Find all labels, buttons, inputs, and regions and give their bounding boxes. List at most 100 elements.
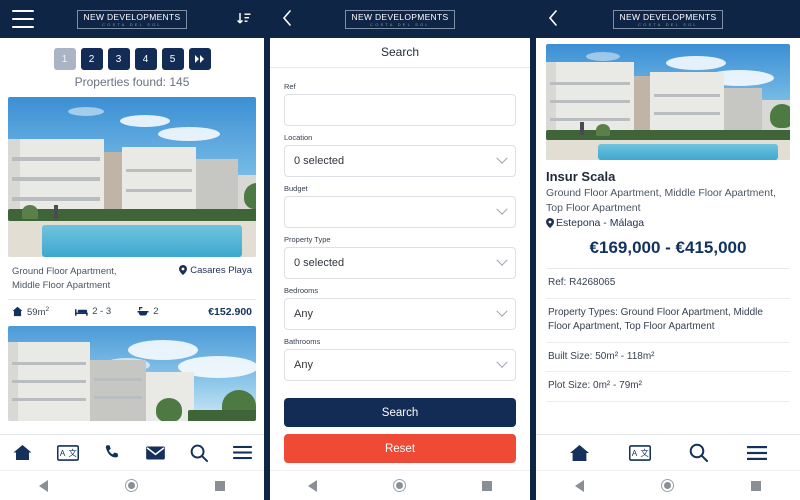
hamburger-icon[interactable] — [12, 10, 34, 28]
translate-icon[interactable]: A文 — [628, 444, 651, 461]
property-location-label: Casares Playa — [190, 265, 252, 276]
property-price: €152.900 — [208, 305, 252, 318]
search-button[interactable]: Search — [284, 398, 516, 427]
detail-screen: NEW DEVELOPMENTS COSTA DEL SOL Insur Sca… — [536, 0, 800, 500]
search-screen: NEW DEVELOPMENTS COSTA DEL SOL Search Re… — [270, 0, 530, 500]
search-icon[interactable] — [689, 443, 709, 462]
built-area-stat: 59m2 — [12, 306, 49, 318]
logo-secondary-text: COSTA DEL SOL — [370, 21, 430, 27]
page-button-4[interactable]: 4 — [134, 48, 157, 70]
bathrooms-select-value: Any — [294, 359, 313, 371]
location-select-value: 0 selected — [294, 155, 345, 167]
detail-row-ref: Ref: R4268065 — [546, 269, 790, 299]
detail-row-property-types: Property Types: Ground Floor Apartment, … — [546, 299, 790, 343]
field-bedrooms: Bedrooms Any — [284, 286, 516, 330]
reset-button[interactable]: Reset — [284, 434, 516, 463]
field-location-label: Location — [284, 133, 313, 142]
logo-primary-text: NEW DEVELOPMENTS — [619, 11, 717, 22]
bedrooms-select-value: Any — [294, 308, 313, 320]
detail-row-plot-size: Plot Size: 0m² - 79m² — [546, 372, 790, 402]
home-icon[interactable] — [13, 444, 32, 461]
detail-location-label: Estepona - Málaga — [556, 217, 645, 230]
listing-app-bar: NEW DEVELOPMENTS COSTA DEL SOL — [0, 0, 264, 38]
property-card-stats: 59m2 2 - 3 2 €152.900 — [8, 300, 256, 326]
page-button-5[interactable]: 5 — [161, 48, 184, 70]
page-button-2[interactable]: 2 — [80, 48, 103, 70]
system-recents-button[interactable] — [482, 480, 492, 491]
search-app-bar: NEW DEVELOPMENTS COSTA DEL SOL — [270, 0, 530, 38]
system-home-button[interactable] — [660, 479, 674, 492]
chevron-down-icon — [496, 152, 508, 164]
field-ref: Ref — [284, 82, 516, 126]
home-icon[interactable] — [569, 444, 590, 462]
bedrooms-select[interactable]: Any — [284, 298, 516, 330]
field-property-type: Property Type 0 selected — [284, 235, 516, 279]
translate-icon[interactable]: A文 — [56, 444, 79, 461]
budget-select[interactable] — [284, 196, 516, 228]
form-actions: Search Reset — [270, 392, 530, 470]
detail-row-built-size: Built Size: 50m² - 118m² — [546, 343, 790, 373]
property-photo-next — [8, 325, 256, 421]
sort-descending-icon[interactable] — [230, 11, 252, 27]
detail-hero-photo — [546, 44, 790, 160]
next-page-button[interactable] — [188, 48, 211, 70]
android-system-bar — [270, 470, 530, 500]
ref-input[interactable] — [284, 94, 516, 126]
detail-types: Ground Floor Apartment, Middle Floor Apa… — [546, 187, 776, 215]
bathrooms-stat: 2 — [137, 306, 159, 318]
svg-text:文: 文 — [68, 448, 76, 458]
bathrooms-select[interactable]: Any — [284, 349, 516, 381]
page-title: Search — [270, 38, 530, 68]
property-location: Casares Playa — [179, 265, 252, 293]
field-budget-label: Budget — [284, 184, 308, 193]
hamburger-icon[interactable] — [232, 445, 252, 460]
system-back-button[interactable] — [308, 479, 317, 492]
android-system-bar — [536, 470, 800, 500]
system-back-button[interactable] — [38, 479, 48, 492]
brand-logo: NEW DEVELOPMENTS COSTA DEL SOL — [76, 9, 188, 29]
svg-text:A: A — [631, 449, 637, 458]
logo-primary-text: NEW DEVELOPMENTS — [351, 11, 449, 22]
bed-icon — [75, 308, 88, 316]
svg-text:A: A — [59, 449, 65, 458]
three-phone-screenshots: NEW DEVELOPMENTS COSTA DEL SOL 1 2 3 4 5 — [0, 0, 800, 500]
system-recents-button[interactable] — [215, 480, 226, 491]
detail-body: Insur Scala Ground Floor Apartment, Midd… — [536, 38, 800, 434]
page-button-1[interactable]: 1 — [53, 48, 76, 70]
bathrooms-value: 2 — [153, 306, 159, 318]
brand-logo: NEW DEVELOPMENTS COSTA DEL SOL — [344, 9, 456, 29]
chevron-left-icon[interactable] — [282, 9, 304, 29]
field-bedrooms-label: Bedrooms — [284, 286, 319, 295]
svg-text:文: 文 — [640, 448, 648, 458]
chevron-down-icon — [496, 254, 508, 266]
location-pin-icon — [179, 265, 188, 275]
brand-logo: NEW DEVELOPMENTS COSTA DEL SOL — [612, 9, 724, 29]
system-home-button[interactable] — [393, 479, 406, 492]
chevron-down-icon — [496, 356, 508, 368]
detail-bottom-nav: A文 — [536, 434, 800, 470]
hamburger-icon[interactable] — [746, 445, 767, 461]
system-home-button[interactable] — [124, 479, 138, 492]
property-card[interactable]: Ground Floor Apartment, Middle Floor Apa… — [0, 97, 264, 421]
property-photo — [8, 97, 256, 257]
property-types: Ground Floor Apartment, Middle Floor Apa… — [12, 266, 117, 291]
property-card-meta: Ground Floor Apartment, Middle Floor Apa… — [8, 257, 256, 300]
logo-secondary-text: COSTA DEL SOL — [102, 21, 162, 27]
location-select[interactable]: 0 selected — [284, 145, 516, 177]
listing-bottom-nav: A文 — [0, 434, 264, 470]
listing-screen: NEW DEVELOPMENTS COSTA DEL SOL 1 2 3 4 5 — [0, 0, 264, 500]
system-back-button[interactable] — [574, 479, 584, 492]
phone-icon[interactable] — [104, 444, 121, 461]
bedrooms-value: 2 - 3 — [92, 306, 112, 318]
results-count: Properties found: 145 — [74, 75, 190, 89]
property-type-select[interactable]: 0 selected — [284, 247, 516, 279]
location-pin-icon — [546, 218, 554, 229]
envelope-icon[interactable] — [145, 445, 165, 460]
chevron-down-icon — [496, 305, 508, 317]
page-button-3[interactable]: 3 — [107, 48, 130, 70]
listing-body: 1 2 3 4 5 Properties found: 145 Ground F… — [0, 38, 264, 434]
chevron-left-icon[interactable] — [548, 9, 570, 29]
bedrooms-stat: 2 - 3 — [75, 306, 111, 317]
system-recents-button[interactable] — [751, 480, 762, 491]
search-icon[interactable] — [190, 444, 208, 462]
